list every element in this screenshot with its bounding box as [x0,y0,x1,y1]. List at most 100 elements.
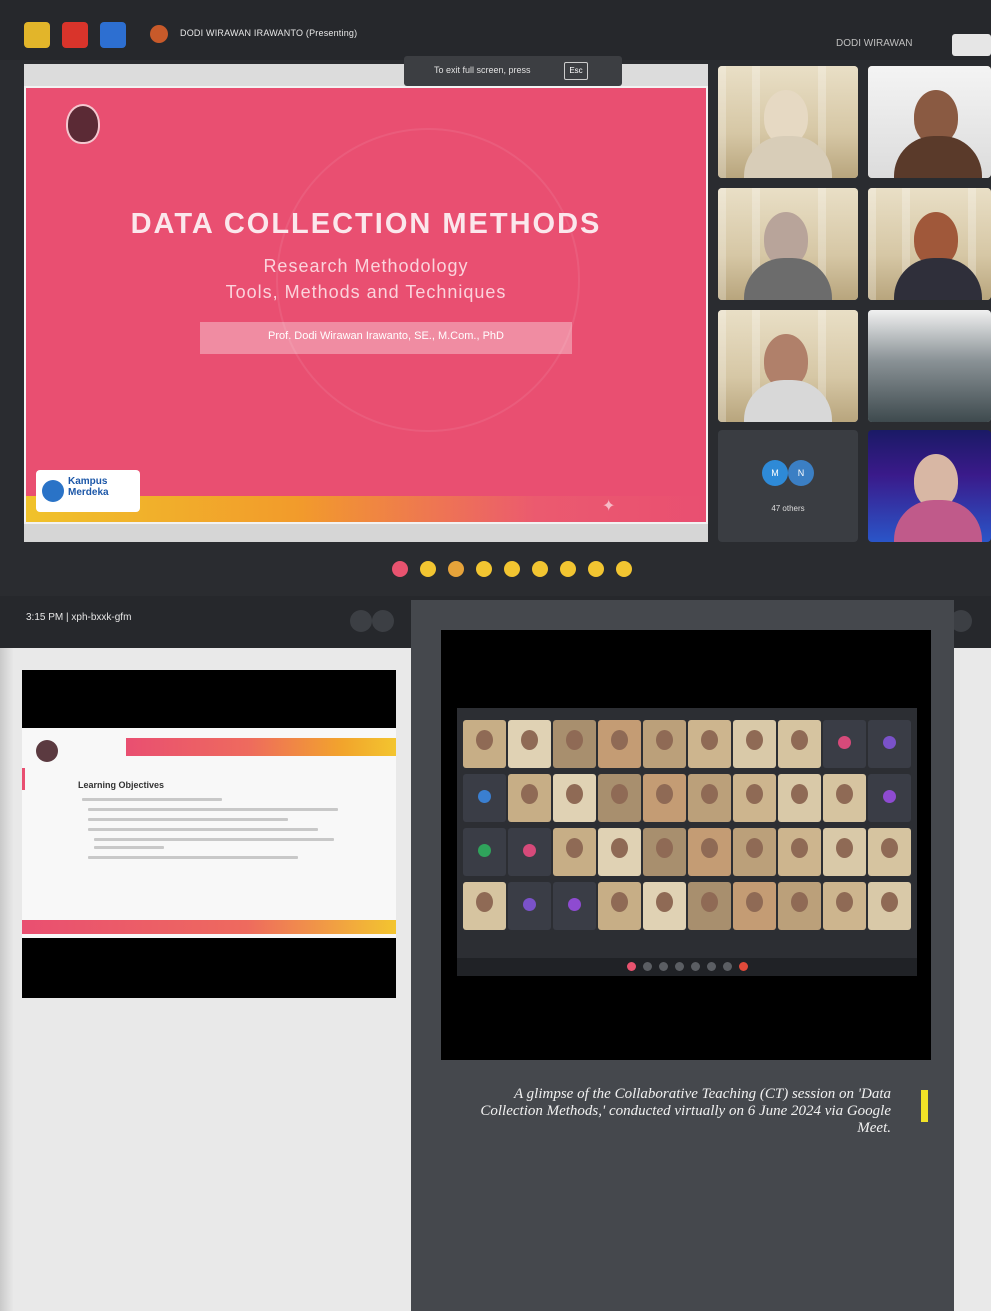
participant-tile[interactable] [868,188,991,300]
participant-avatar: M [762,460,788,486]
participant-face [746,784,763,804]
toolbar-button [723,962,732,971]
presenter-label: DODI WIRAWAN IRAWANTO (Presenting) [180,28,358,38]
author-box: Prof. Dodi Wirawan Irawanto, SE., M.Com.… [200,322,572,354]
participant-face [566,838,583,858]
grid-participant-tile [823,720,866,768]
reaction-dot [627,962,636,971]
grid-participant-tile [688,828,731,876]
participant-face [791,784,808,804]
mic-button[interactable] [372,610,394,632]
caption-button[interactable] [350,610,372,632]
slide-edge-accent [22,768,25,790]
participant-face [521,784,538,804]
fullscreen-hint: To exit full screen, press Esc [404,56,622,86]
kampus-merdeka-text: Kampus Merdeka [68,476,109,498]
grid-participant-tile [553,882,596,930]
esc-key-badge: Esc [564,62,588,80]
app-icon-red[interactable] [62,22,88,48]
participant-face [656,730,673,750]
grid-participant-tile [823,774,866,822]
thumbs-up-reaction-icon[interactable] [420,561,436,577]
grid-participant-tile [868,774,911,822]
grid-participant-tile [643,882,686,930]
meet-screenshot: DODI WIRAWAN IRAWANTO (Presenting) DODI … [0,0,991,648]
participant-face [791,838,808,858]
others-tile[interactable]: M N 47 others [718,430,858,542]
learning-objectives-slide: Learning Objectives [22,728,396,938]
caption-accent-bar [921,1090,928,1122]
grid-participant-tile [598,774,641,822]
grid-participant-tile [598,720,641,768]
participant-avatar-dot [883,790,896,803]
app-icon-blue[interactable] [100,22,126,48]
participant-face [656,784,673,804]
grid-participant-tile [598,828,641,876]
thumbs-down-reaction-icon[interactable] [616,561,632,577]
slide-subtitle-2: Tools, Methods and Techniques [225,282,507,302]
participant-tile[interactable] [868,66,991,178]
clap-reaction-icon[interactable] [476,561,492,577]
university-logo [36,740,58,762]
participant-avatar-dot [883,736,896,749]
participant-face [476,892,493,912]
heart-reaction-icon[interactable] [392,561,408,577]
participant-grid [457,708,917,976]
grid-participant-tile [463,882,506,930]
grid-participant-tile [553,828,596,876]
slide-header-bar [126,738,396,756]
grid-participant-tile [778,720,821,768]
text-line [94,838,334,841]
participant-face [746,838,763,858]
sad-reaction-icon[interactable] [560,561,576,577]
caption-panel: A glimpse of the Collaborative Teaching … [411,600,954,1311]
slide-title: DATA COLLECTION METHODS [130,208,602,240]
grid-participant-tile [688,720,731,768]
participant-face [701,892,718,912]
participant-avatar-dot [523,898,536,911]
grid-participant-tile [733,882,776,930]
grid-participant-tile [598,882,641,930]
app-icon-yellow[interactable] [24,22,50,48]
party-reaction-icon[interactable] [448,561,464,577]
laugh-reaction-icon[interactable] [504,561,520,577]
participant-face [611,730,628,750]
toolbar-button [659,962,668,971]
participant-tile[interactable] [718,310,858,422]
text-line [94,846,164,849]
participant-tile[interactable] [868,430,991,542]
grid-participant-tile [823,828,866,876]
presentation-slide: DATA COLLECTION METHODS Research Methodo… [26,88,706,522]
grid-participant-tile [778,882,821,930]
thinking-reaction-icon[interactable] [588,561,604,577]
participant-face [566,784,583,804]
self-view-thumbnail[interactable] [952,34,991,56]
sparkle-icon: ✦ [602,498,616,515]
grid-participant-tile [643,720,686,768]
participant-tile[interactable] [718,66,858,178]
meet-top-bar: DODI WIRAWAN IRAWANTO (Presenting) DODI … [0,0,991,60]
others-count: 47 others [771,504,805,513]
text-line [82,798,222,801]
participant-tile[interactable] [868,310,991,422]
participant-face [746,730,763,750]
participant-face [836,838,853,858]
participant-avatar-dot [478,844,491,857]
participant-face [701,730,718,750]
slide-title: Learning Objectives [78,780,165,790]
participant-face [701,838,718,858]
grid-participant-tile [463,774,506,822]
participant-tile[interactable] [718,188,858,300]
grid-participant-tile [778,828,821,876]
toolbar-button [675,962,684,971]
participant-body [894,500,982,542]
grid-participant-tile [508,882,551,930]
participant-face [791,730,808,750]
grid-participant-tile [508,774,551,822]
learning-objectives-screenshot: Learning Objectives [22,670,396,998]
grid-participant-tile [733,720,776,768]
grid-participant-tile [733,774,776,822]
participant-face [881,892,898,912]
surprised-reaction-icon[interactable] [532,561,548,577]
gallery-view-screenshot [441,630,931,1060]
